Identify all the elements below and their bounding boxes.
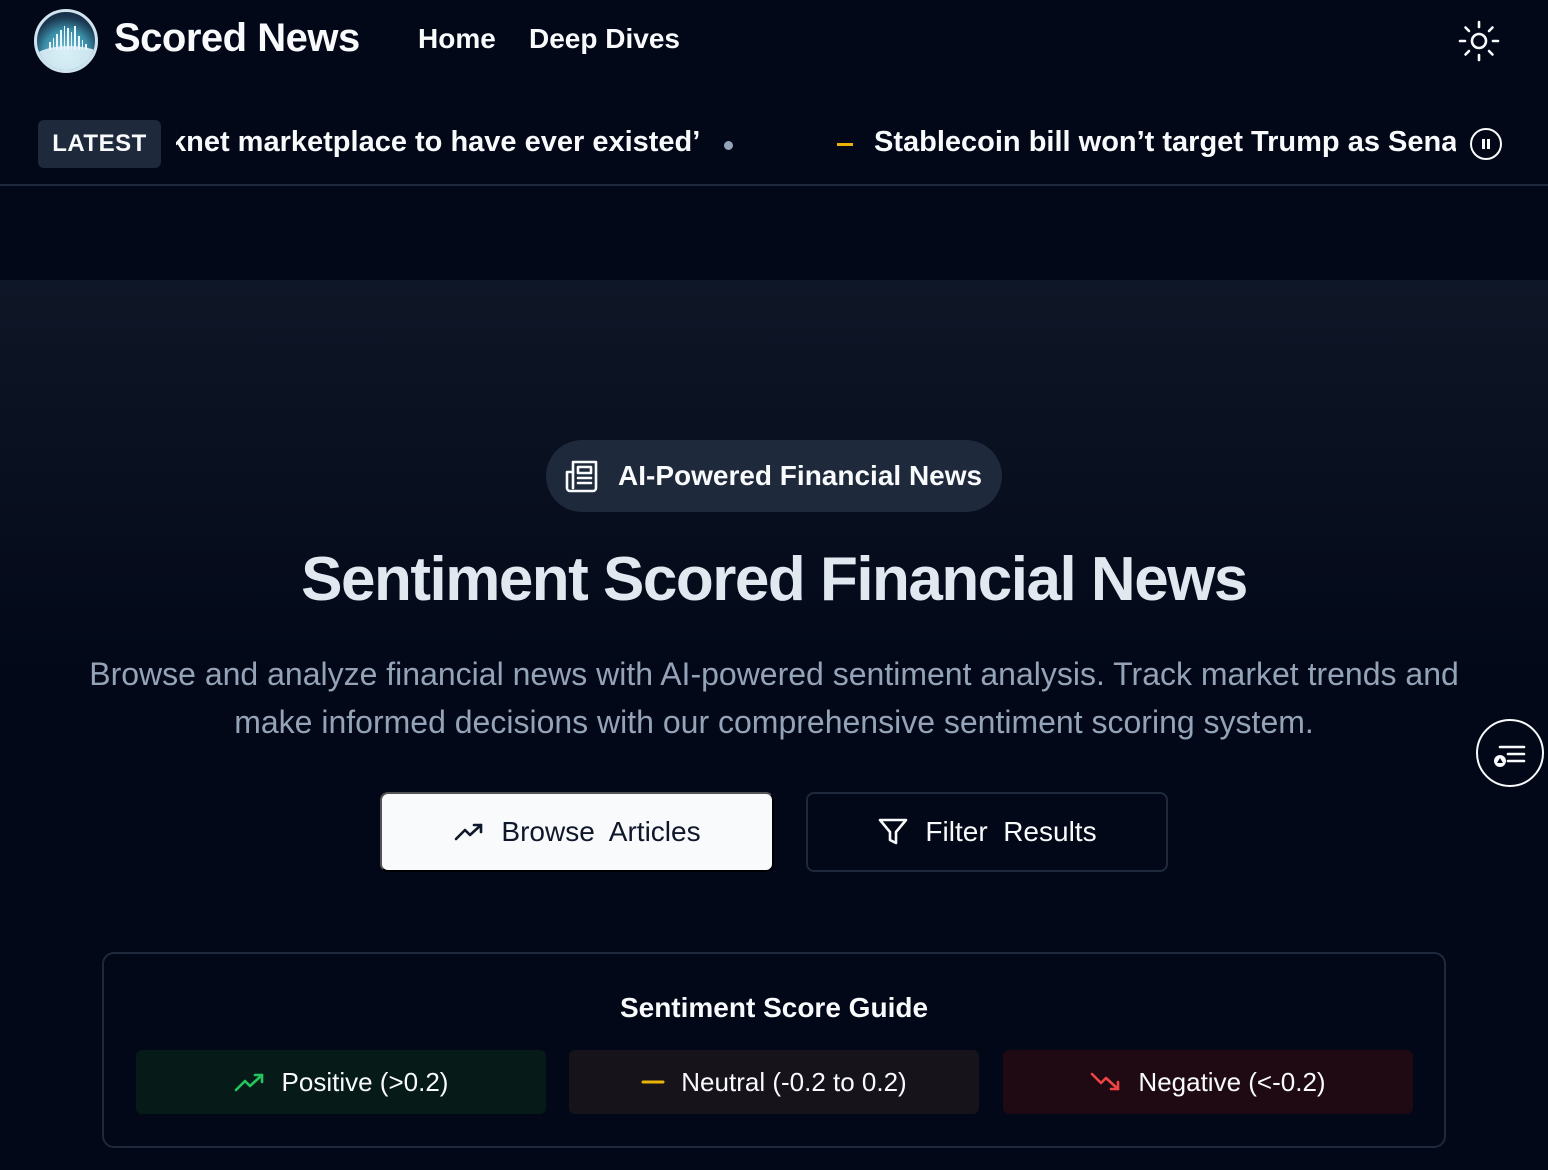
- logo-icon[interactable]: [34, 9, 98, 73]
- top-navbar: Scored News Home Deep Dives: [0, 0, 1548, 84]
- nav-home-link[interactable]: Home: [418, 23, 496, 55]
- news-ticker: LATEST knet marketplace to have ever exi…: [0, 100, 1548, 186]
- positive-guide-label: Positive (>0.2): [281, 1066, 449, 1097]
- positive-guide-chip: Positive (>0.2): [136, 1050, 546, 1114]
- sun-icon: [1458, 20, 1500, 62]
- sentiment-score-guide: Sentiment Score Guide Positive (>0.2) Ne…: [102, 952, 1446, 1148]
- guide-title: Sentiment Score Guide: [619, 992, 929, 1023]
- filter-results-label: Filter Results: [925, 816, 1097, 847]
- negative-guide-label: Negative (<-0.2): [1138, 1066, 1326, 1097]
- hero-badge: AI-Powered Financial News: [546, 440, 1002, 512]
- ticker-track: knet marketplace to have ever existed’ S…: [176, 100, 1456, 186]
- browse-articles-label: Browse Articles: [501, 816, 701, 847]
- logo-wave: [37, 46, 95, 70]
- neutral-guide-label: Neutral (-0.2 to 0.2): [681, 1066, 907, 1097]
- list-filter-icon: [1494, 745, 1526, 767]
- brand-name[interactable]: Scored News: [114, 16, 360, 61]
- hero-badge-label: AI-Powered Financial News: [618, 460, 983, 491]
- trending-up-icon: [234, 1073, 263, 1092]
- ticker-separator-dot: [724, 141, 733, 150]
- ticker-headline[interactable]: knet marketplace to have ever existed’: [176, 126, 700, 159]
- page: Scored News Home Deep Dives LATEST knet …: [0, 0, 1548, 1170]
- trending-up-icon: [455, 823, 483, 841]
- pause-icon[interactable]: [1470, 128, 1502, 160]
- hero-title: Sentiment Scored Financial News: [301, 545, 1248, 614]
- nav-deep-dives-link[interactable]: Deep Dives: [529, 23, 680, 55]
- neutral-guide-chip: Neutral (-0.2 to 0.2): [569, 1050, 979, 1114]
- filter-icon: [879, 818, 908, 845]
- neutral-sentiment-icon: [837, 143, 853, 146]
- negative-guide-chip: Negative (<-0.2): [1003, 1050, 1413, 1114]
- hero-subtitle: Browse and analyze financial news with A…: [89, 656, 1459, 740]
- browse-articles-button[interactable]: Browse Articles: [380, 792, 774, 872]
- ticker-headline[interactable]: Stablecoin bill won’t target Trump as Se…: [874, 126, 1456, 159]
- floating-filter-button[interactable]: [1476, 719, 1544, 787]
- minus-icon: [641, 1080, 665, 1084]
- latest-badge: LATEST: [38, 120, 161, 168]
- filter-results-button[interactable]: Filter Results: [806, 792, 1168, 872]
- theme-toggle-button[interactable]: [1456, 18, 1502, 64]
- trending-down-icon: [1091, 1072, 1120, 1091]
- newspaper-icon: [565, 460, 598, 493]
